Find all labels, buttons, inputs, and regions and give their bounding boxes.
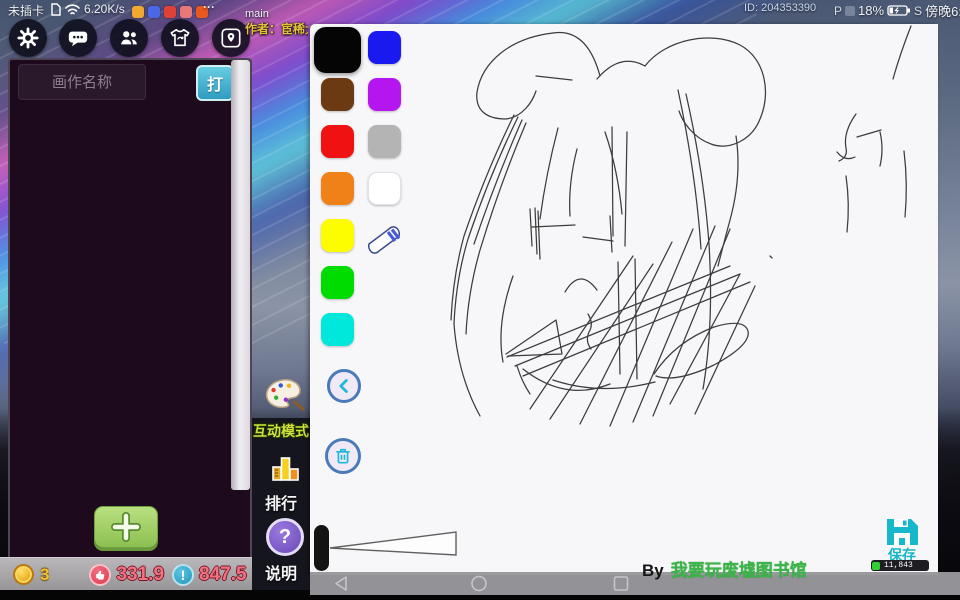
coin-icon: [13, 564, 34, 585]
clear-canvas-button[interactable]: [325, 438, 361, 474]
thumbs-up-icon: [96, 570, 105, 580]
wifi-icon: [65, 4, 80, 15]
friends-button[interactable]: [110, 19, 148, 57]
swatch-orange[interactable]: [321, 172, 354, 205]
save-button[interactable]: [884, 516, 920, 547]
interact-mode-button[interactable]: [263, 374, 305, 423]
fps-overlay-text: S: [914, 3, 923, 18]
brush-size-wedge[interactable]: [328, 527, 460, 559]
counter-value: 11,843: [884, 561, 913, 570]
artwork-name-input[interactable]: [18, 64, 146, 100]
sim-card-icon: [51, 3, 61, 16]
counter-led: [872, 561, 880, 570]
nav-back-button[interactable]: [332, 575, 350, 592]
notification-overflow-dots[interactable]: ···: [203, 0, 215, 14]
android-nav-bar: [310, 572, 960, 595]
artwork-list-panel: [8, 58, 252, 560]
settings-button[interactable]: [9, 19, 47, 57]
likes-count: 331.9: [116, 563, 165, 585]
chat-bubble-icon: [68, 31, 88, 47]
drawing-canvas[interactable]: [310, 24, 938, 575]
notification-icon[interactable]: [132, 6, 144, 18]
likes-icon: [89, 563, 112, 586]
coin-count: 3: [40, 564, 50, 584]
scene-info: main 作者：宦稀大佬: [245, 8, 308, 37]
scene-name: main: [245, 8, 269, 20]
ping-overlay-text: P: [834, 3, 843, 18]
brush-size-handle[interactable]: [314, 525, 329, 571]
battery-percent: 18%: [858, 3, 885, 18]
swatch-green[interactable]: [321, 266, 354, 299]
interact-mode-label[interactable]: 互动模式: [250, 421, 312, 441]
swatch-cyan[interactable]: [321, 313, 354, 346]
credit-author-link[interactable]: 我要玩废墟图书馆: [671, 556, 807, 581]
trash-icon: [336, 448, 350, 464]
notification-icon[interactable]: [164, 6, 176, 18]
nav-home-button[interactable]: [470, 575, 488, 592]
question-mark-glyph: ?: [278, 525, 292, 548]
network-speed: 6.20K/s: [84, 2, 125, 16]
clock-time: 傍晚6:41: [925, 4, 960, 19]
swatch-purple[interactable]: [368, 78, 401, 111]
scene-author: 作者：宦稀大佬: [245, 22, 308, 36]
swatch-red[interactable]: [321, 125, 354, 158]
swatch-brown[interactable]: [321, 78, 354, 111]
help-label[interactable]: 说明: [252, 560, 310, 584]
gear-icon: [17, 27, 39, 49]
chat-button[interactable]: [59, 19, 97, 57]
swatch-gray[interactable]: [368, 125, 401, 158]
swatch-blue[interactable]: [368, 31, 401, 64]
shirt-swap-icon: [170, 28, 190, 47]
energy-count: 847.5: [199, 563, 247, 585]
notification-icon[interactable]: [180, 6, 192, 18]
exclamation-glyph: !: [180, 566, 186, 583]
notification-icon[interactable]: [148, 6, 160, 18]
performance-counter: 11,843: [871, 560, 929, 571]
friends-icon: [121, 31, 137, 45]
help-button[interactable]: ?: [266, 518, 304, 556]
bottom-bezel: [0, 590, 310, 600]
swatch-white[interactable]: [368, 172, 401, 205]
nav-recents-button[interactable]: [612, 575, 630, 592]
energy-icon: !: [172, 563, 195, 586]
sketch-svg: [450, 25, 912, 427]
battery-icon: [887, 5, 911, 16]
status-right-cluster: P 18% S 傍晚6:41: [834, 1, 960, 20]
credit-line: By 我要玩废墟图书馆: [642, 556, 807, 581]
overlay-glyph: [845, 5, 856, 16]
add-artwork-button[interactable]: [94, 506, 158, 548]
ranking-button[interactable]: [270, 452, 302, 489]
bottom-bezel: [310, 595, 960, 600]
open-button[interactable]: 打: [196, 65, 234, 101]
plus-icon: [111, 512, 141, 542]
ranking-bars-icon: [272, 457, 299, 481]
ranking-label[interactable]: 排行: [252, 490, 310, 514]
credit-by: By: [642, 561, 664, 580]
swatch-yellow[interactable]: [321, 219, 354, 252]
player-id: ID: 204353390: [744, 2, 817, 14]
panel-scrollbar[interactable]: [231, 60, 250, 490]
map-pin-icon: [221, 28, 241, 48]
wardrobe-button[interactable]: [161, 19, 199, 57]
back-chevron-icon: [339, 379, 348, 393]
swatch-black[interactable]: [314, 27, 361, 73]
eraser-tool[interactable]: [362, 220, 408, 254]
palette-icon: [265, 379, 305, 411]
undo-button[interactable]: [327, 369, 361, 403]
screen: 未插卡 6.20K/s ··· ID: 204353390 P 18% S 傍晚…: [0, 0, 960, 600]
sim-status-text: 未插卡: [8, 4, 45, 18]
